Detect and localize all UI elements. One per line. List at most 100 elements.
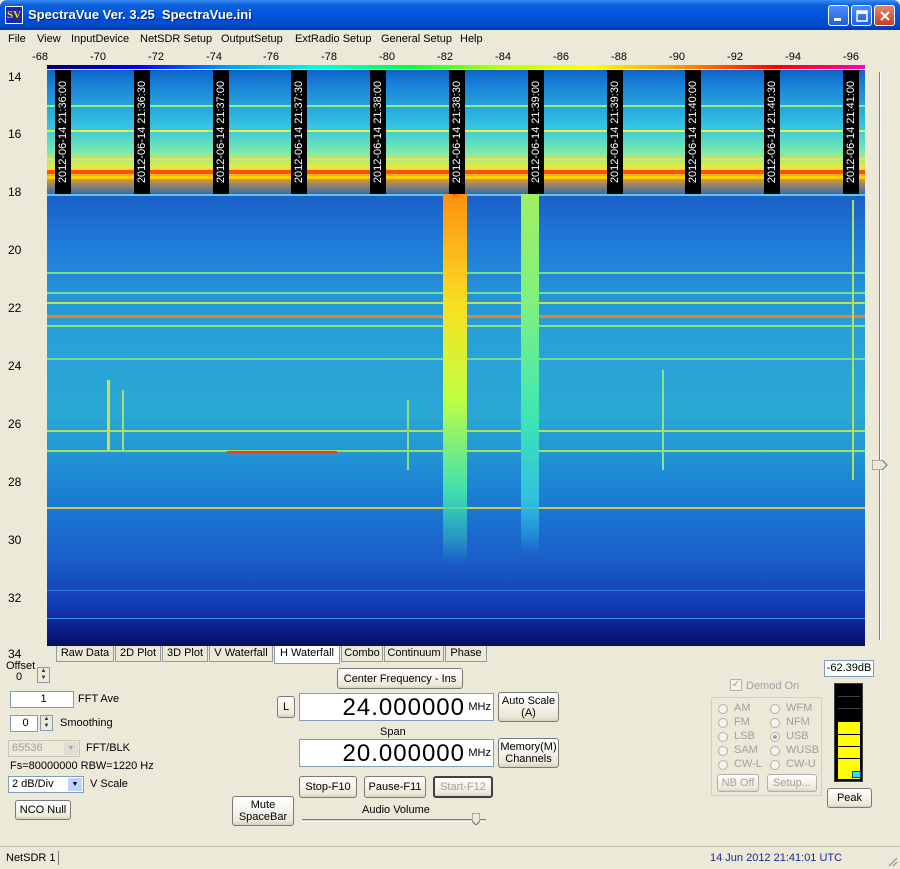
tab-continuum[interactable]: Continuum — [384, 646, 444, 662]
chevron-down-icon: ▼ — [64, 742, 78, 755]
reference-level-slider[interactable] — [872, 72, 888, 640]
color-scale-bar — [47, 65, 865, 69]
signal-trace — [107, 380, 110, 450]
center-frequency-button[interactable]: Center Frequency - Ins — [337, 668, 463, 689]
timestamp-marker: 2012-06-14 21:38:30 — [449, 70, 465, 194]
meter-marker — [852, 771, 861, 778]
demod-panel: AM FM LSB SAM CW-L WFM NFM USB WUSB CW-U… — [711, 697, 822, 796]
status-bar: NetSDR 1 14 Jun 2012 21:41:01 UTC — [0, 846, 900, 869]
close-button[interactable] — [874, 5, 895, 26]
timestamp-marker: 2012-06-14 21:36:30 — [134, 70, 150, 194]
minimize-button[interactable] — [828, 5, 849, 26]
memory-channels-button[interactable]: Memory(M) Channels — [498, 738, 559, 768]
menu-file[interactable]: File — [8, 33, 26, 45]
timestamp-marker: 2012-06-14 21:39:00 — [528, 70, 544, 194]
start-button[interactable]: Start-F12 — [433, 776, 493, 798]
radio-sam[interactable]: SAM — [718, 744, 770, 758]
offset-spinner[interactable]: ▲ ▼ — [37, 667, 50, 683]
x-tick-label: -88 — [611, 51, 627, 63]
demod-on-checkbox[interactable]: ✓ — [730, 679, 742, 691]
menu-help[interactable]: Help — [460, 33, 483, 45]
radio-fm[interactable]: FM — [718, 716, 770, 730]
demod-on-label: Demod On — [746, 680, 800, 692]
y-tick-label: 28 — [8, 475, 22, 489]
radio-cw-l[interactable]: CW-L — [718, 758, 770, 772]
auto-scale-button[interactable]: Auto Scale (A) — [498, 692, 559, 722]
y-axis: 14 16 18 20 22 24 26 28 30 32 34 — [0, 66, 46, 661]
title-bar: SV SpectraVue Ver. 3.25 SpectraVue.ini — [0, 0, 900, 30]
smoothing-field[interactable]: 0 — [10, 715, 38, 732]
smoothing-spinner[interactable]: ▲ ▼ — [40, 715, 53, 731]
y-tick-label: 24 — [8, 359, 22, 373]
x-tick-label: -82 — [437, 51, 453, 63]
x-tick-label: -86 — [553, 51, 569, 63]
signal-trace — [521, 194, 539, 554]
radio-am[interactable]: AM — [718, 702, 770, 716]
menu-outputsetup[interactable]: OutputSetup — [221, 33, 283, 45]
level-readout: -62.39dB — [824, 660, 874, 677]
y-tick-label: 32 — [8, 591, 22, 605]
peak-button[interactable]: Peak — [827, 788, 872, 808]
menu-general-setup[interactable]: General Setup — [381, 33, 452, 45]
y-tick-label: 18 — [8, 185, 22, 199]
nco-null-button[interactable]: NCO Null — [15, 800, 71, 820]
x-axis: -68 -70 -72 -74 -76 -78 -80 -82 -84 -86 … — [0, 49, 872, 66]
maximize-icon — [856, 10, 868, 22]
smoothing-label: Smoothing — [60, 717, 113, 729]
l-button[interactable]: L — [277, 696, 295, 718]
fs-rbw-info: Fs=80000000 RBW=1220 Hz — [10, 760, 154, 772]
timestamp-marker: 2012-06-14 21:41:00 — [843, 70, 859, 194]
nb-off-button[interactable]: NB Off — [717, 774, 759, 792]
menu-extradio-setup[interactable]: ExtRadio Setup — [295, 33, 371, 45]
stop-button[interactable]: Stop-F10 — [299, 776, 357, 798]
radio-wfm[interactable]: WFM — [770, 702, 822, 716]
menu-netsdr-setup[interactable]: NetSDR Setup — [140, 33, 212, 45]
center-frequency-field[interactable]: 24.000000 MHz — [299, 693, 494, 721]
radio-nfm[interactable]: NFM — [770, 716, 822, 730]
signal-band — [47, 590, 865, 591]
y-tick-label: 16 — [8, 127, 22, 141]
span-field[interactable]: 20.000000 MHz — [299, 739, 494, 767]
waterfall-display[interactable]: 2012-06-14 21:36:00 2012-06-14 21:36:30 … — [47, 70, 865, 646]
radio-usb[interactable]: USB — [770, 730, 822, 744]
timestamp-marker: 2012-06-14 21:40:30 — [764, 70, 780, 194]
tab-phase[interactable]: Phase — [445, 646, 487, 662]
tab-v-waterfall[interactable]: V Waterfall — [209, 646, 273, 662]
signal-level-meter — [834, 683, 863, 782]
vscale-select[interactable]: 2 dB/Div ▼ — [8, 776, 84, 793]
y-tick-label: 14 — [8, 70, 22, 84]
audio-volume-slider[interactable] — [302, 813, 486, 826]
app-logo-icon: SV — [5, 6, 23, 24]
menu-view[interactable]: View — [37, 33, 61, 45]
audio-volume-label: Audio Volume — [362, 804, 430, 816]
slider-thumb[interactable] — [472, 813, 480, 825]
fft-blk-label: FFT/BLK — [86, 742, 131, 754]
tab-combo[interactable]: Combo — [341, 646, 383, 662]
menu-bar: File View InputDevice NetSDR Setup Outpu… — [0, 30, 900, 49]
slider-thumb[interactable] — [872, 460, 888, 470]
menu-inputdevice[interactable]: InputDevice — [71, 33, 129, 45]
timestamp-marker: 2012-06-14 21:39:30 — [607, 70, 623, 194]
radio-cw-u[interactable]: CW-U — [770, 758, 822, 772]
x-tick-label: -68 — [32, 51, 48, 63]
radio-wusb[interactable]: WUSB — [770, 744, 822, 758]
tab-raw-data[interactable]: Raw Data — [56, 646, 114, 662]
maximize-button[interactable] — [851, 5, 872, 26]
fft-ave-field[interactable]: 1 — [10, 691, 74, 708]
x-tick-label: -94 — [785, 51, 801, 63]
y-tick-label: 34 — [8, 647, 22, 661]
tab-3d-plot[interactable]: 3D Plot — [162, 646, 208, 662]
demod-setup-button[interactable]: Setup... — [767, 774, 817, 792]
signal-band — [227, 451, 337, 453]
radio-lsb[interactable]: LSB — [718, 730, 770, 744]
fft-ave-label: FFT Ave — [78, 693, 120, 705]
pause-button[interactable]: Pause-F11 — [364, 776, 426, 798]
x-tick-label: -80 — [379, 51, 395, 63]
mute-button[interactable]: Mute SpaceBar — [232, 796, 294, 826]
resize-grip-icon[interactable] — [886, 855, 898, 867]
tab-h-waterfall[interactable]: H Waterfall — [274, 646, 340, 664]
tab-2d-plot[interactable]: 2D Plot — [115, 646, 161, 662]
x-tick-label: -92 — [727, 51, 743, 63]
x-tick-label: -84 — [495, 51, 511, 63]
fft-blk-select[interactable]: 65536 ▼ — [8, 740, 80, 757]
